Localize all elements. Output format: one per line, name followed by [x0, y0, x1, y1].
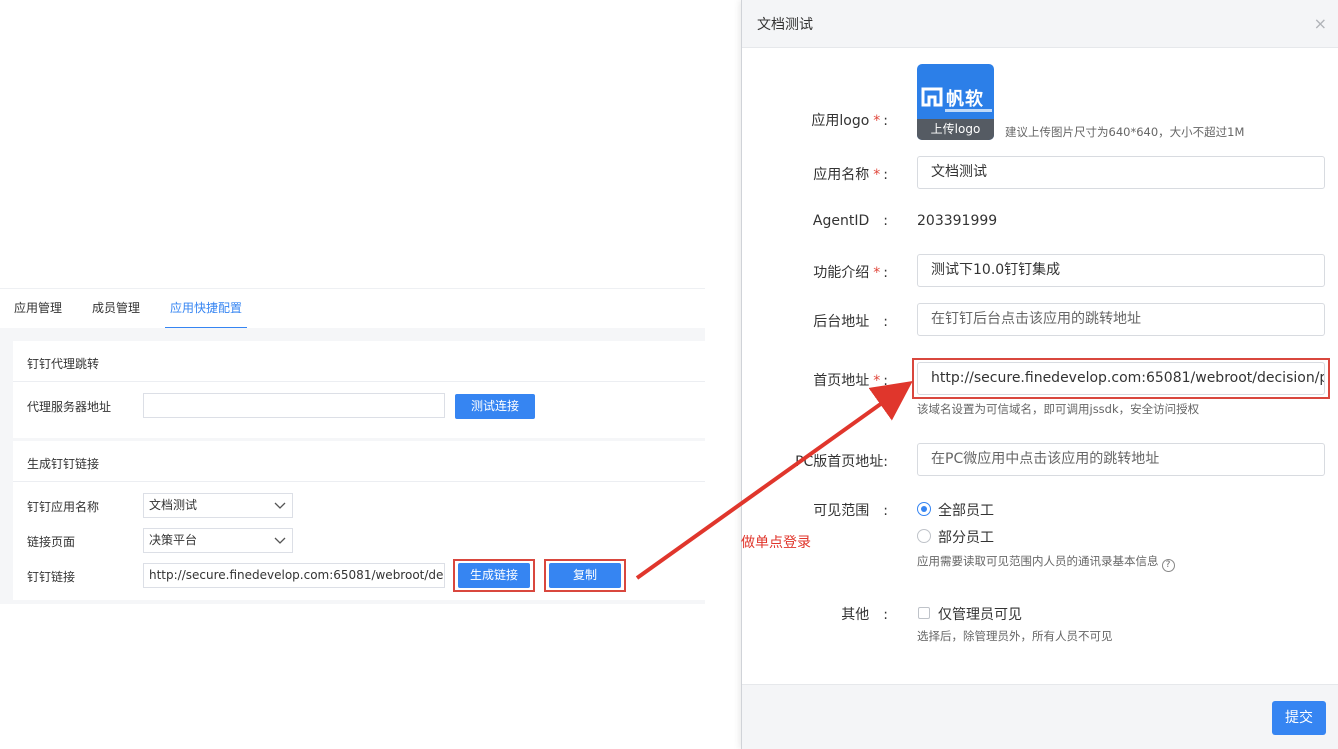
scope-hint-text: 应用需要读取可见范围内人员的通讯录基本信息 [917, 554, 1159, 568]
scope-label: 可见范围: [813, 503, 888, 519]
app-edit-dialog: 文档测试 × 应用logo *: 帆软 上传logo 建议上传图片尺寸为640*6… [741, 0, 1338, 749]
name-label-text: 应用名称 [813, 167, 870, 183]
scope-part-label[interactable]: 部分员工 [938, 527, 994, 547]
admin-only-label[interactable]: 仅管理员可见 [938, 604, 1022, 624]
logo-label: 应用logo *: [811, 113, 888, 129]
highlight-box [544, 559, 626, 592]
backend-label-text: 后台地址 [813, 314, 870, 330]
app-logo-upload[interactable]: 帆软 上传logo [917, 64, 994, 140]
admin-only-checkbox[interactable] [918, 607, 930, 619]
pc-home-url-field[interactable]: 在PC微应用中点击该应用的跳转地址 [917, 443, 1325, 476]
highlight-box [453, 559, 535, 592]
admin-panel: 应用管理 成员管理 应用快捷配置 钉钉代理跳转 代理服务器地址 测试连接 生成钉… [0, 0, 705, 749]
proxy-section: 钉钉代理跳转 代理服务器地址 测试连接 [13, 341, 705, 438]
chevron-down-icon [274, 537, 286, 544]
other-label-text: 其他 [841, 607, 870, 623]
scope-all-label[interactable]: 全部员工 [938, 500, 994, 520]
tab-bar: 应用管理 成员管理 应用快捷配置 [0, 288, 705, 329]
scope-label-text: 可见范围 [813, 503, 870, 519]
home-url-hint: 该域名设置为可信域名，即可调用jssdk，安全访问授权 [917, 402, 1200, 416]
home-label-text: 首页地址 [813, 373, 870, 389]
app-name-select[interactable]: 文档测试 [143, 493, 293, 518]
home-url-label: 首页地址 *: [813, 373, 888, 389]
logo-hint: 建议上传图片尺寸为640*640，大小不超过1M [1005, 125, 1245, 139]
admin-only-hint: 选择后，除管理员外，所有人员不可见 [917, 629, 1113, 643]
dialog-footer: 提交 [742, 684, 1338, 749]
app-name-field-label: 应用名称 *: [813, 167, 888, 183]
logo-slogan-bar [945, 109, 992, 112]
tab-app-quick-config[interactable]: 应用快捷配置 [165, 289, 248, 329]
dialog-header: 文档测试 × [742, 0, 1338, 48]
intro-field[interactable]: 测试下10.0钉钉集成 [917, 254, 1325, 287]
divider [13, 381, 705, 382]
annotation-label: 做单点登录 [741, 535, 811, 551]
pc-home-url-label: PC版首页地址: [795, 454, 888, 470]
scope-hint: 应用需要读取可见范围内人员的通讯录基本信息? [917, 553, 1175, 572]
chevron-down-icon [274, 502, 286, 509]
other-label: 其他: [841, 607, 888, 623]
close-icon[interactable]: × [1314, 14, 1327, 33]
highlight-box [912, 358, 1330, 399]
app-name-label: 钉钉应用名称 [27, 500, 100, 514]
submit-button[interactable]: 提交 [1272, 701, 1326, 735]
backend-label: 后台地址: [813, 314, 888, 330]
agentid-label-text: AgentID [812, 213, 870, 229]
backend-url-field[interactable]: 在钉钉后台点击该应用的跳转地址 [917, 303, 1325, 336]
upload-logo-label: 上传logo [917, 119, 994, 140]
logo-label-text: 应用logo [811, 113, 870, 129]
tab-app-management[interactable]: 应用管理 [14, 289, 62, 329]
dingtalk-link-input[interactable]: http://secure.finedevelop.com:65081/webr… [143, 563, 445, 588]
fanruan-logo-icon [921, 87, 943, 107]
app-name-value: 文档测试 [149, 498, 198, 512]
link-page-label: 链接页面 [27, 535, 76, 549]
agentid-label: AgentID: [812, 213, 888, 229]
link-section-title: 生成钉钉链接 [27, 457, 100, 471]
proxy-server-label: 代理服务器地址 [27, 400, 112, 414]
proxy-server-input[interactable] [143, 393, 445, 418]
divider [13, 481, 705, 482]
scope-part-radio[interactable] [917, 529, 931, 543]
help-icon[interactable]: ? [1161, 559, 1175, 572]
scope-all-radio[interactable] [917, 502, 931, 516]
screen: 应用管理 成员管理 应用快捷配置 钉钉代理跳转 代理服务器地址 测试连接 生成钉… [0, 0, 1338, 749]
logo-brand-text: 帆软 [946, 89, 984, 110]
intro-label-text: 功能介绍 [813, 265, 870, 281]
dingtalk-link-label: 钉钉链接 [27, 570, 76, 584]
link-section: 生成钉钉链接 钉钉应用名称 文档测试 链接页面 决策平台 钉钉链接 http:/… [13, 441, 705, 600]
intro-label: 功能介绍 *: [813, 265, 888, 281]
dialog-title: 文档测试 [757, 17, 813, 33]
link-page-value: 决策平台 [149, 533, 198, 547]
tab-member-management[interactable]: 成员管理 [92, 289, 140, 329]
proxy-section-title: 钉钉代理跳转 [27, 357, 100, 371]
agentid-value: 203391999 [917, 213, 998, 229]
link-page-select[interactable]: 决策平台 [143, 528, 293, 553]
test-connection-button[interactable]: 测试连接 [455, 394, 535, 419]
app-name-field[interactable]: 文档测试 [917, 156, 1325, 189]
